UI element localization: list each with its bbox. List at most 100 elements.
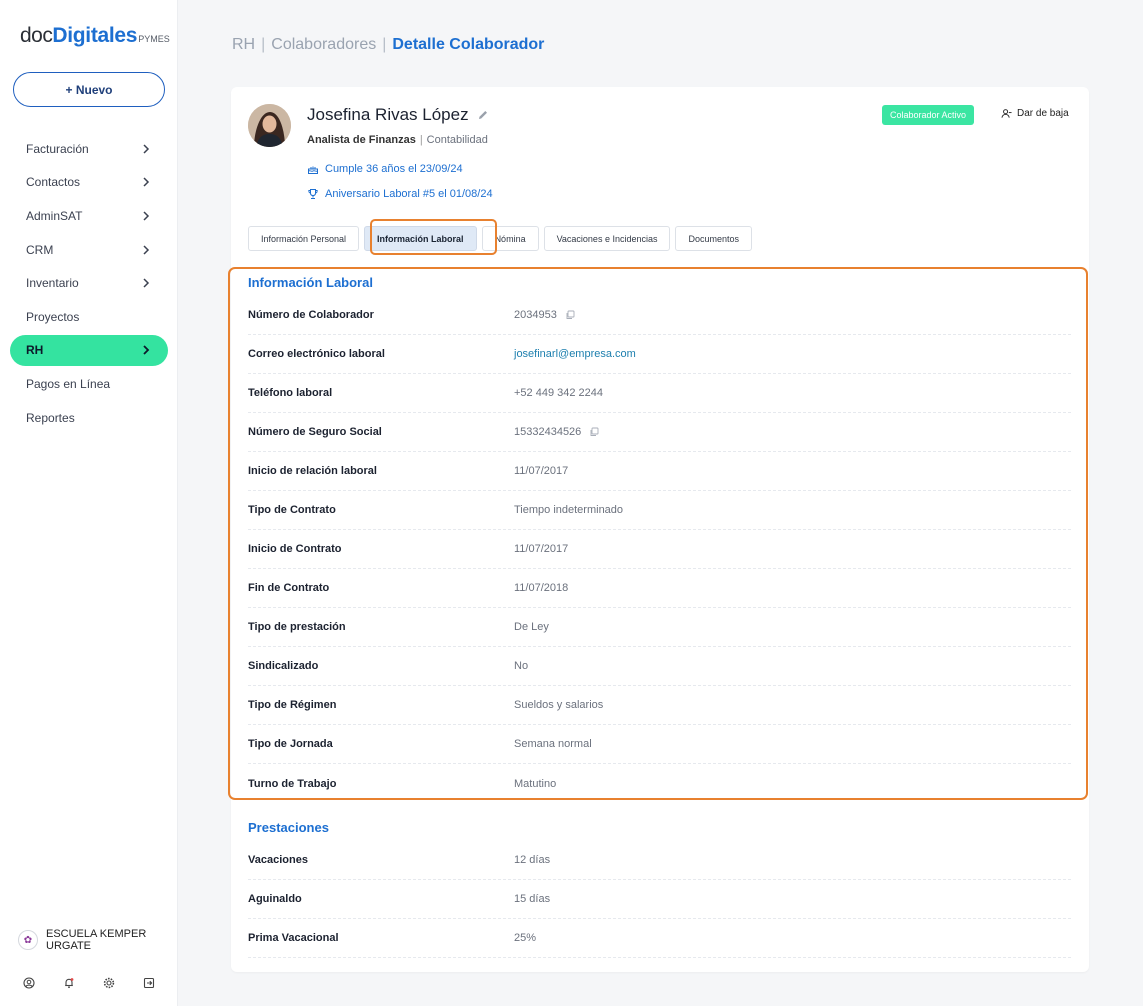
list-item: Aguinaldo 15 días	[248, 880, 1071, 919]
sidebar: doc Digitales PYMES + Nuevo Facturación Co…	[0, 0, 178, 1006]
breadcrumb: RH | Colaboradores | Detalle Colaborador	[232, 36, 544, 54]
app-logo[interactable]: doc Digitales PYMES	[20, 24, 170, 48]
sidebar-item-label: Proyectos	[26, 309, 80, 324]
field-value: 2034953	[514, 309, 575, 321]
dismiss-label: Dar de baja	[1017, 108, 1069, 119]
logo-doc: doc	[20, 24, 53, 47]
employee-name: Josefina Rivas López	[307, 105, 469, 124]
field-value: 15 días	[514, 893, 551, 905]
field-label: Inicio de Contrato	[248, 543, 342, 555]
tab-vacaciones-incidencias[interactable]: Vacaciones e Incidencias	[543, 226, 671, 251]
field-value: 11/07/2017	[514, 465, 569, 477]
birthday-info: Cumple 36 años el 23/09/24	[307, 163, 463, 175]
sidebar-footer-icons	[22, 976, 156, 990]
tab-nomina[interactable]: Nómina	[481, 226, 539, 251]
sidebar-item-label: AdminSAT	[26, 208, 83, 223]
work-email-link[interactable]: josefinarl@empresa.com	[514, 348, 636, 360]
sidebar-item-adminsat[interactable]: AdminSAT	[10, 199, 168, 233]
employee-card: Josefina Rivas López Analista de Finanza…	[228, 87, 1089, 972]
field-label: Tipo de Jornada	[248, 738, 333, 750]
list-item: Fin de Contrato 11/07/2018	[248, 569, 1071, 608]
status-badge: Colaborador Activo	[882, 105, 975, 125]
field-value: 12 días	[514, 854, 551, 866]
sidebar-item-proyectos[interactable]: Proyectos	[10, 300, 168, 334]
tab-informacion-laboral[interactable]: Información Laboral	[364, 226, 477, 251]
field-value: Semana normal	[514, 738, 592, 750]
field-value: 11/07/2017	[514, 543, 569, 555]
breadcrumb-rh[interactable]: RH	[232, 36, 255, 54]
list-item: Inicio de Contrato 11/07/2017	[248, 530, 1071, 569]
org-selector[interactable]: ✿ ESCUELA KEMPER URGATE	[18, 928, 156, 952]
field-label: Tipo de Contrato	[248, 504, 336, 516]
user-minus-icon	[1001, 109, 1012, 118]
list-item: Vacaciones 12 días	[248, 841, 1071, 880]
logout-icon[interactable]	[142, 976, 156, 990]
copy-icon[interactable]	[565, 310, 575, 320]
list-item: Inicio de relación laboral 11/07/2017	[248, 452, 1071, 491]
field-value: Tiempo indeterminado	[514, 504, 624, 516]
sidebar-item-reportes[interactable]: Reportes	[10, 401, 168, 435]
sidebar-nav: Facturación Contactos AdminSAT CRM Inven…	[10, 132, 168, 434]
chevron-right-icon	[143, 177, 150, 187]
field-label: Vacaciones	[248, 854, 308, 866]
copy-icon[interactable]	[589, 427, 599, 437]
avatar	[248, 104, 291, 147]
cake-icon	[308, 166, 318, 174]
list-item: Número de Colaborador 2034953	[248, 296, 1071, 335]
sidebar-item-pagos[interactable]: Pagos en Línea	[10, 367, 168, 401]
list-item: Teléfono laboral +52 449 342 2244	[248, 374, 1071, 413]
sidebar-item-contactos[interactable]: Contactos	[10, 166, 168, 200]
page-title: Detalle Colaborador	[392, 36, 545, 53]
labor-info-title: Información Laboral	[248, 275, 373, 290]
list-item: Tipo de prestación De Ley	[248, 608, 1071, 647]
list-item: Tipo de Contrato Tiempo indeterminado	[248, 491, 1071, 530]
sidebar-item-facturacion[interactable]: Facturación	[10, 132, 168, 166]
sidebar-item-rh[interactable]: RH	[10, 334, 168, 366]
sidebar-item-label: RH	[26, 343, 44, 358]
field-label: Correo electrónico laboral	[248, 348, 385, 360]
field-value: +52 449 342 2244	[514, 387, 604, 399]
sidebar-item-crm[interactable]: CRM	[10, 233, 168, 267]
list-item: Tipo de Jornada Semana normal	[248, 725, 1071, 764]
new-button[interactable]: + Nuevo	[13, 72, 165, 107]
sidebar-item-label: CRM	[26, 242, 54, 257]
sidebar-item-label: Inventario	[26, 276, 79, 291]
org-logo-icon: ✿	[18, 930, 38, 950]
field-label: Aguinaldo	[248, 893, 302, 905]
field-label: Número de Colaborador	[248, 309, 374, 321]
employee-name-row: Josefina Rivas López	[307, 105, 489, 125]
tab-documentos[interactable]: Documentos	[675, 226, 753, 251]
benefits-title: Prestaciones	[248, 820, 329, 835]
list-item: Número de Seguro Social 15332434526	[248, 413, 1071, 452]
sidebar-item-label: Reportes	[26, 410, 75, 425]
field-label: Fin de Contrato	[248, 582, 330, 594]
field-label: Turno de Trabajo	[248, 777, 337, 790]
org-name: ESCUELA KEMPER URGATE	[46, 928, 147, 952]
gear-icon[interactable]	[102, 976, 116, 990]
field-value: 11/07/2018	[514, 582, 569, 594]
sidebar-item-label: Facturación	[26, 141, 89, 156]
chevron-right-icon	[143, 278, 150, 288]
field-value: 15332434526	[514, 426, 599, 438]
breadcrumb-colaboradores[interactable]: Colaboradores	[271, 36, 376, 54]
field-label: Prima Vacacional	[248, 932, 339, 944]
field-value: Sueldos y salarios	[514, 699, 604, 711]
logo-digitales: Digitales	[52, 24, 138, 47]
sidebar-item-inventario[interactable]: Inventario	[10, 266, 168, 300]
user-icon[interactable]	[22, 976, 36, 990]
breadcrumb-separator: |	[382, 36, 387, 53]
field-label: Inicio de relación laboral	[248, 465, 377, 477]
list-item: Correo electrónico laboral josefinarl@em…	[248, 335, 1071, 374]
tab-bar: Información Personal Información Laboral…	[248, 226, 753, 251]
breadcrumb-separator: |	[261, 36, 266, 53]
chevron-right-icon	[143, 345, 150, 355]
labor-info-list: Número de Colaborador 2034953 Correo ele…	[248, 296, 1071, 803]
bell-icon[interactable]	[62, 976, 76, 990]
dismiss-button[interactable]: Dar de baja	[1001, 108, 1069, 119]
chevron-right-icon	[143, 144, 150, 154]
edit-pencil-icon[interactable]	[477, 109, 489, 121]
list-item: Turno de Trabajo Matutino	[248, 764, 1071, 803]
field-label: Número de Seguro Social	[248, 426, 382, 438]
benefits-list: Vacaciones 12 días Aguinaldo 15 días Pri…	[248, 841, 1071, 958]
tab-informacion-personal[interactable]: Información Personal	[248, 226, 360, 251]
